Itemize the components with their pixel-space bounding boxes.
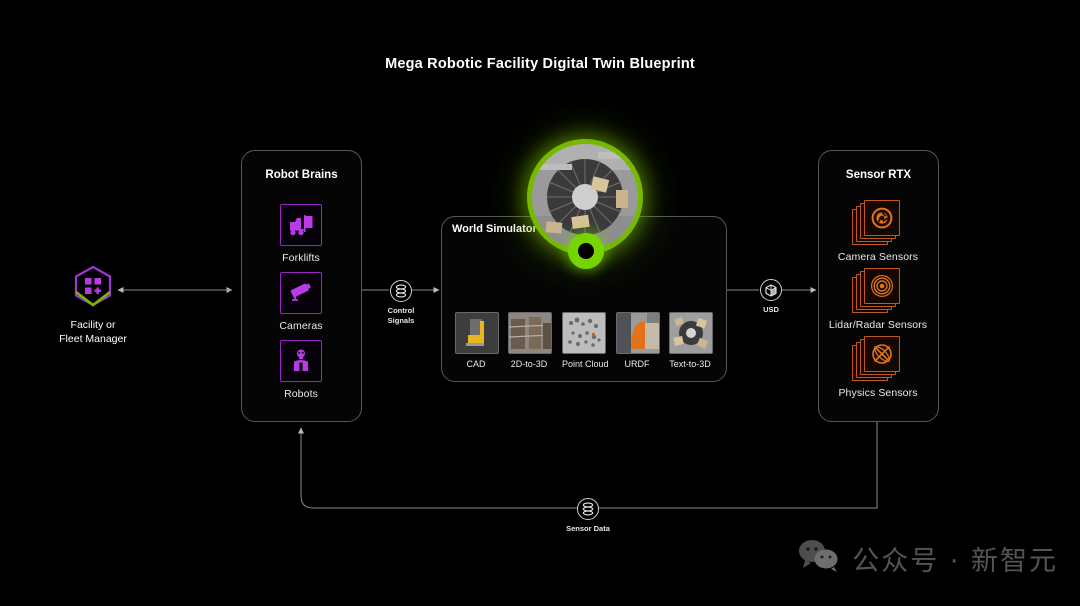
watermark-text: 公众号 · 新智元 xyxy=(852,546,1058,577)
data-stack-icon xyxy=(390,280,412,302)
source-thumb-point-cloud[interactable]: Point Cloud xyxy=(562,312,609,369)
page-title: Mega Robotic Facility Digital Twin Bluep… xyxy=(385,56,695,72)
sensor-rtx-panel[interactable]: Sensor RTX Camera Sensors Lidar/Radar Se… xyxy=(818,150,939,422)
text-to-3d-thumbnail xyxy=(669,312,713,354)
watermark: 公众号 · 新智元 xyxy=(798,539,1058,578)
control-signals-label: Control Signals xyxy=(387,306,415,325)
connector-sensor-data: Sensor Data xyxy=(543,498,633,534)
text-to-3d-label: Text-to-3D xyxy=(669,359,711,369)
cube-icon xyxy=(760,279,782,301)
physics-sensors-label: Physics Sensors xyxy=(838,387,918,399)
sensor-rtx-title: Sensor RTX xyxy=(845,169,912,181)
urdf-thumbnail xyxy=(616,312,660,354)
data-stack-icon xyxy=(577,498,599,520)
sensor-rtx-item-camera-sensors[interactable]: Camera Sensors xyxy=(818,199,938,263)
point-cloud-thumbnail xyxy=(562,312,606,354)
sensor-data-label: Sensor Data xyxy=(566,524,610,533)
source-thumb-urdf[interactable]: URDF xyxy=(616,312,660,369)
robot-brains-item-robots[interactable]: Robots xyxy=(241,340,361,400)
lidar-radar-sensors-label: Lidar/Radar Sensors xyxy=(828,319,928,331)
forklifts-label: Forklifts xyxy=(282,252,320,264)
source-thumb-2d-to-3d[interactable]: 2D-to-3D xyxy=(508,312,552,369)
urdf-label: URDF xyxy=(624,359,650,369)
cad-label: CAD xyxy=(466,359,486,369)
2d-to-3d-label: 2D-to-3D xyxy=(510,359,548,369)
wechat-icon xyxy=(798,539,840,578)
hexagon-plus-icon xyxy=(33,262,153,310)
camera-sensors-label: Camera Sensors xyxy=(837,251,919,263)
security-camera-icon xyxy=(280,272,322,314)
sensor-rtx-item-physics-sensors[interactable]: Physics Sensors xyxy=(818,335,938,399)
facility-label: Facility or Fleet Manager xyxy=(59,319,127,345)
diagram-canvas: Mega Robotic Facility Digital Twin Bluep… xyxy=(0,0,1080,606)
world-simulator-title: World Simulator xyxy=(452,223,537,235)
radar-waves-icon xyxy=(852,267,904,313)
facility-fleet-manager-node[interactable]: Facility or Fleet Manager xyxy=(33,262,153,346)
robot-brains-title: Robot Brains xyxy=(265,169,338,181)
cameras-label: Cameras xyxy=(279,320,323,332)
robot-brains-item-cameras[interactable]: Cameras xyxy=(241,272,361,332)
robot-brains-panel[interactable]: Robot Brains Forklifts Cameras Robots xyxy=(241,150,362,422)
connector-usd: USD xyxy=(726,279,816,315)
connector-control-signals: Control Signals xyxy=(356,280,446,326)
point-cloud-label: Point Cloud xyxy=(562,359,609,369)
usd-label: USD xyxy=(763,305,779,314)
cad-thumbnail xyxy=(455,312,499,354)
sensor-rtx-item-lidar-radar-sensors[interactable]: Lidar/Radar Sensors xyxy=(818,267,938,331)
forklift-icon xyxy=(280,204,322,246)
robot-brains-item-forklifts[interactable]: Forklifts xyxy=(241,204,361,264)
source-thumb-text-to-3d[interactable]: Text-to-3D xyxy=(669,312,713,369)
green-torus-icon xyxy=(568,233,604,269)
physics-orbit-icon xyxy=(852,335,904,381)
2d-to-3d-thumbnail xyxy=(508,312,552,354)
aperture-icon xyxy=(852,199,904,245)
humanoid-robot-icon xyxy=(280,340,322,382)
source-thumb-cad[interactable]: CAD xyxy=(455,312,499,369)
robots-label: Robots xyxy=(284,388,318,400)
